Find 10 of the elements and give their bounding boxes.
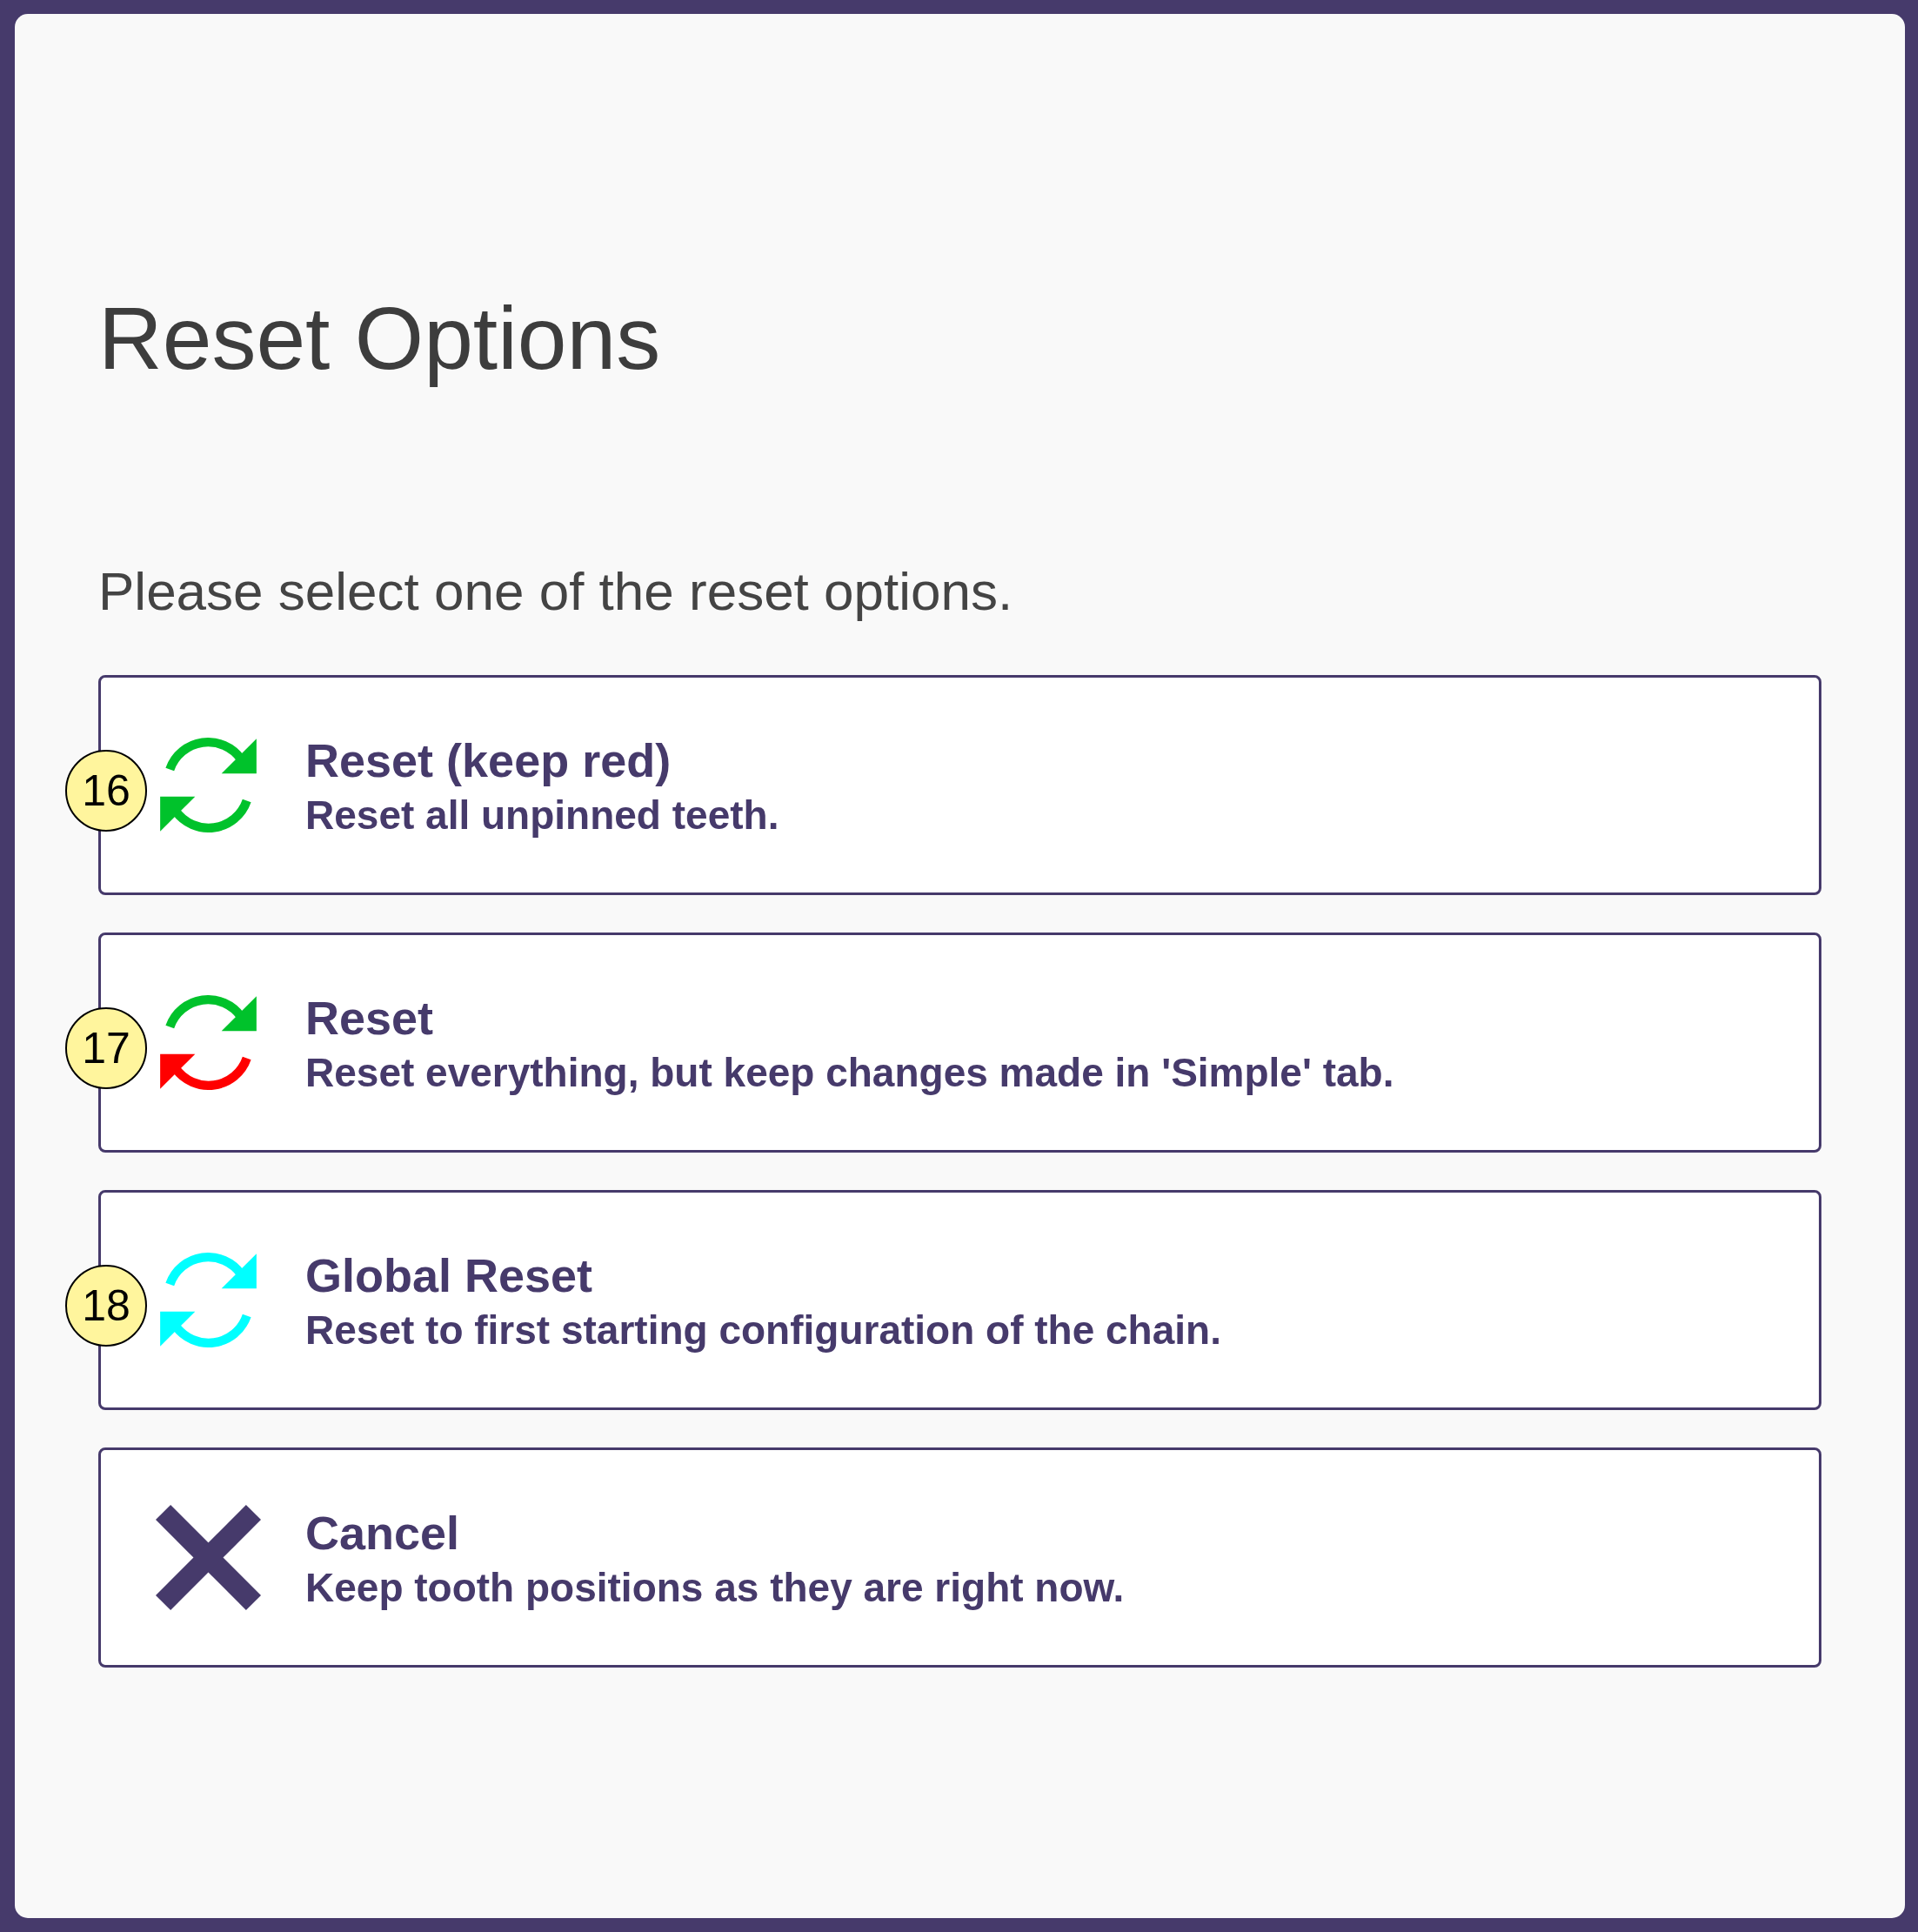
- refresh-icon: [160, 1252, 257, 1347]
- prompt-text: Please select one of the reset options.: [98, 560, 1013, 623]
- cancel-button[interactable]: Cancel Keep tooth positions as they are right now.: [98, 1447, 1821, 1668]
- number-marker: 18: [65, 1264, 147, 1347]
- refresh-icon: [160, 737, 257, 832]
- number-marker: 16: [65, 749, 147, 832]
- dialog-title: Reset Options: [98, 288, 661, 390]
- refresh-icon: [160, 994, 257, 1090]
- close-icon: [156, 1504, 261, 1610]
- number-marker: 17: [65, 1006, 147, 1089]
